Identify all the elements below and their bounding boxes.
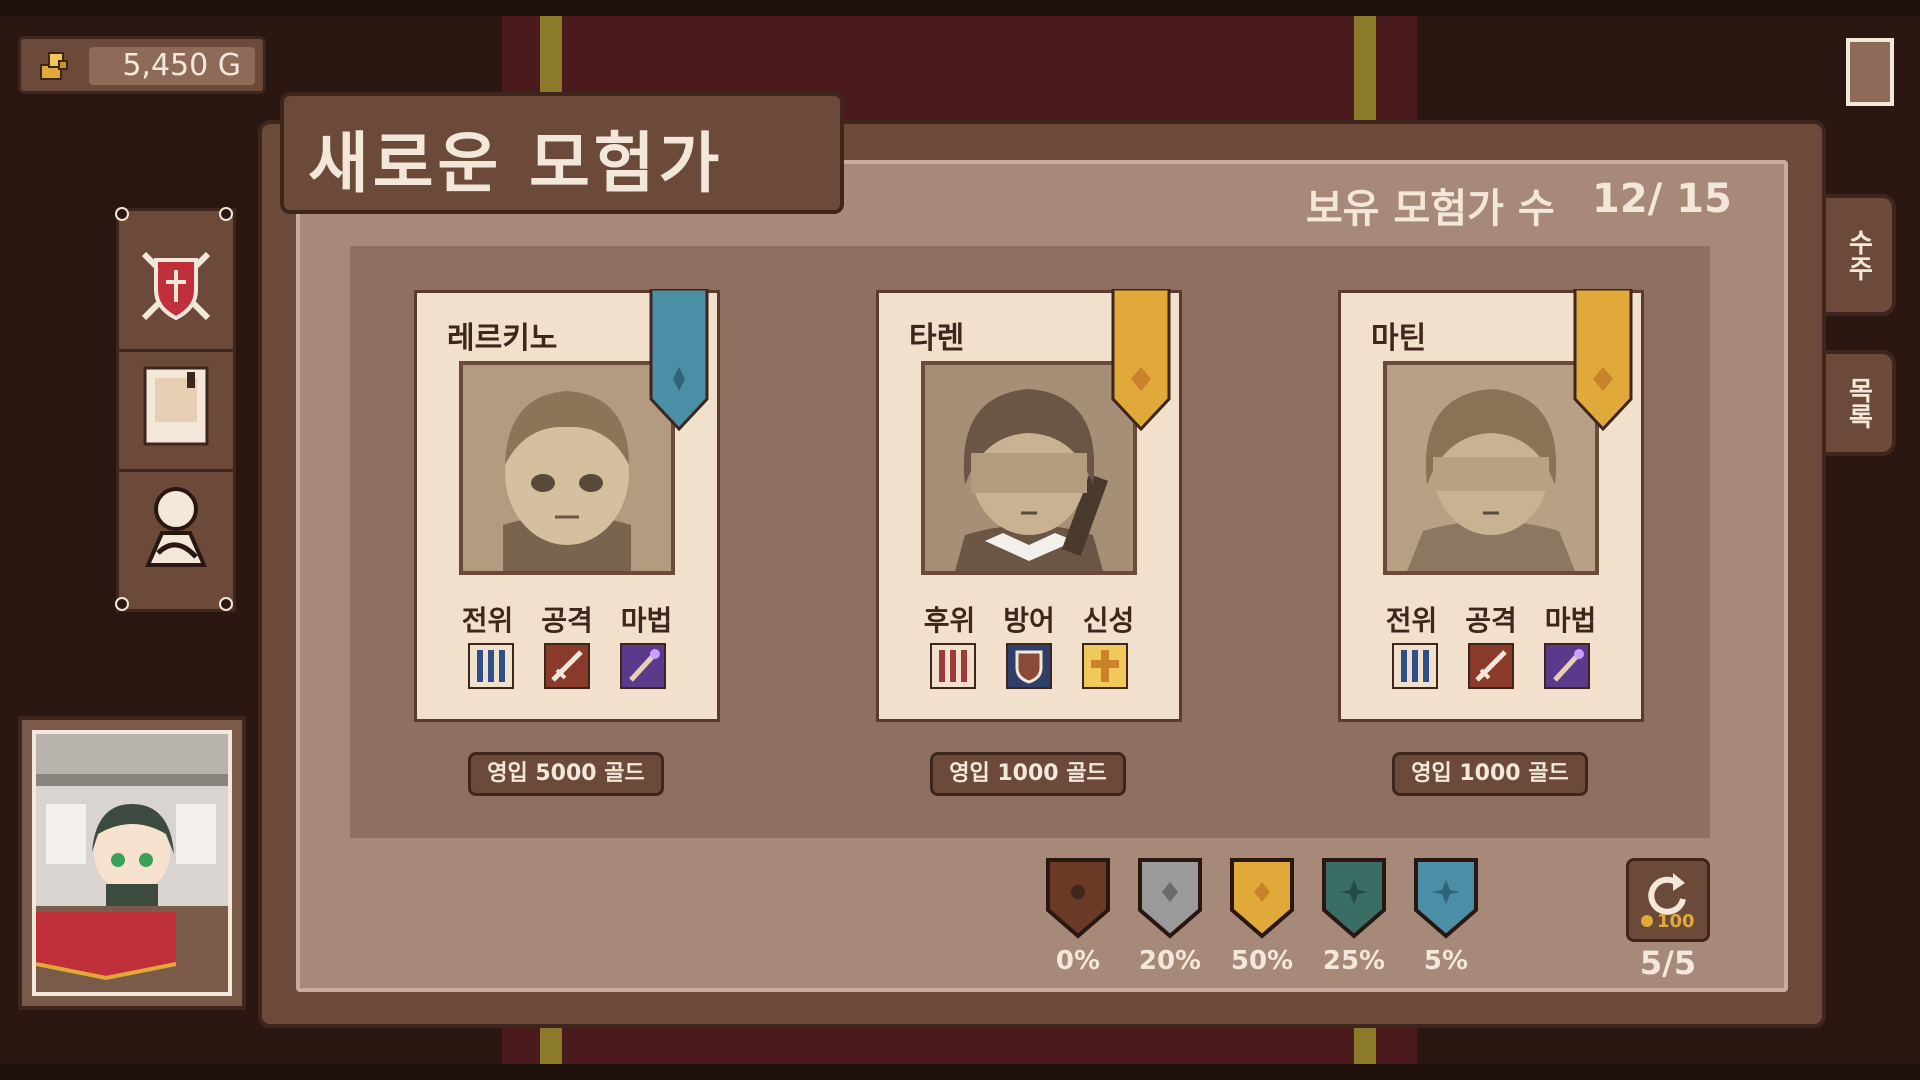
- adventurer-portrait: [921, 361, 1137, 575]
- nav-pin: [115, 597, 129, 611]
- tab-roster[interactable]: 목록: [1826, 350, 1896, 456]
- window-title-box: 새로운 모험가: [280, 92, 844, 214]
- attack-icon: [544, 643, 590, 689]
- frontline-icon: [468, 643, 514, 689]
- tab-quests[interactable]: 수주: [1826, 194, 1896, 316]
- refresh-count: 5/5: [1639, 944, 1697, 982]
- receptionist-image: [32, 730, 232, 996]
- gold-icon: [35, 47, 73, 83]
- refresh-button[interactable]: 100: [1626, 858, 1710, 942]
- rarity-percent: 20%: [1138, 946, 1202, 976]
- nav-pin: [115, 207, 129, 221]
- trait-icons: [417, 643, 717, 689]
- recruit-button[interactable]: 영입 5000 골드: [468, 752, 664, 796]
- trait-label: 공격: [1465, 604, 1517, 637]
- trait-list: 전위 공격 마법: [1341, 599, 1641, 639]
- background-band: [0, 1064, 1920, 1080]
- window-title: 새로운 모험가: [308, 125, 724, 202]
- trait-label: 전위: [1385, 604, 1438, 637]
- refresh-cost: 100: [1657, 911, 1695, 932]
- attack-icon: [1468, 643, 1514, 689]
- backline-icon: [930, 643, 976, 689]
- holy-icon: [1082, 643, 1128, 689]
- trait-list: 전위 공격 마법: [417, 599, 717, 639]
- rarity-rate: 5%: [1410, 856, 1482, 976]
- rarity-percent: 25%: [1322, 946, 1386, 976]
- trait-label: 마법: [620, 604, 673, 637]
- guild-shield-icon: [136, 246, 216, 330]
- adventurer-name: 타렌: [909, 321, 965, 356]
- trait-label: 마법: [1544, 604, 1597, 637]
- nav-notes-button[interactable]: [119, 349, 233, 463]
- defense-icon: [1006, 643, 1052, 689]
- magic-icon: [1544, 643, 1590, 689]
- rarity-percent: 0%: [1055, 946, 1101, 976]
- side-nav: [115, 207, 236, 612]
- adventurer-icon: [138, 483, 214, 573]
- recruit-button[interactable]: 영입 1000 골드: [1392, 752, 1588, 796]
- nav-adventurer-button[interactable]: [119, 469, 233, 583]
- trait-label: 후위: [923, 604, 976, 637]
- trait-label: 공격: [541, 604, 593, 637]
- rarity-rate: 25%: [1318, 856, 1390, 976]
- adventurer-card[interactable]: 타렌 후위 방어 신성: [876, 287, 1182, 722]
- adventurer-name: 레르키노: [447, 321, 558, 356]
- magic-icon: [620, 643, 666, 689]
- nav-guild-button[interactable]: [119, 231, 233, 345]
- adventurer-name: 마틴: [1371, 321, 1427, 356]
- rank-ribbon: [1573, 287, 1633, 432]
- trait-icons: [1341, 643, 1641, 689]
- background-band: [0, 0, 1920, 16]
- roster-count: 12/ 15: [1592, 176, 1732, 222]
- gold-counter: 5,450 G: [18, 36, 266, 94]
- rank-ribbon: [1111, 287, 1171, 432]
- trait-label: 신성: [1082, 604, 1135, 637]
- gold-amount: 5,450 G: [89, 47, 255, 85]
- roster-count-label: 보유 모험가 수: [1306, 186, 1555, 232]
- nav-pin: [219, 207, 233, 221]
- adventurer-portrait: [1383, 361, 1599, 575]
- trait-label: 전위: [461, 604, 514, 637]
- rarity-rate: 50%: [1226, 856, 1298, 976]
- rarity-rate: 20%: [1134, 856, 1206, 976]
- adventurer-card[interactable]: 마틴 전위 공격 마법: [1338, 287, 1644, 722]
- recruit-button[interactable]: 영입 1000 골드: [930, 752, 1126, 796]
- adventurer-portrait: [459, 361, 675, 575]
- rank-ribbon: [649, 287, 709, 432]
- menu-button[interactable]: [1846, 38, 1894, 106]
- rarity-percent: 5%: [1423, 946, 1469, 976]
- rarity-percent: 50%: [1230, 946, 1294, 976]
- receptionist-portrait: [18, 716, 246, 1010]
- notes-icon: [141, 364, 211, 452]
- frontline-icon: [1392, 643, 1438, 689]
- trait-list: 후위 방어 신성: [879, 599, 1179, 639]
- trait-label: 방어: [1003, 604, 1055, 637]
- rarity-rate: 0%: [1042, 856, 1114, 976]
- nav-pin: [219, 597, 233, 611]
- trait-icons: [879, 643, 1179, 689]
- adventurer-card[interactable]: 레르키노 전위 공격 마법: [414, 287, 720, 722]
